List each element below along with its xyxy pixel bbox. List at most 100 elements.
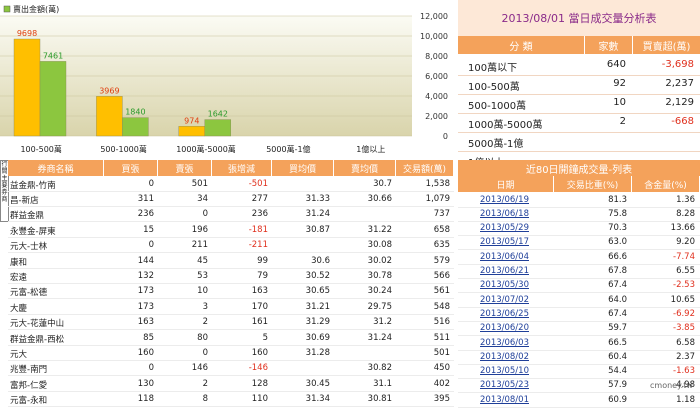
broker-cell: 173 [137,286,154,297]
recent-date-link[interactable]: 2013/08/01 [480,395,529,405]
broker-table: 券商名稱 買張 賣張 張增減 買均價 賣均價 交易額(萬) 益金鼎-竹南 0 501 -501 30… [8,160,454,408]
recent-date-link[interactable]: 2013/05/29 [480,223,529,233]
broker-cell: 30.82 [367,363,392,374]
recent-date-link[interactable]: 2013/06/19 [480,195,529,205]
bar-buy [96,96,123,137]
recent-date-link[interactable]: 2013/05/10 [480,366,529,376]
legend-label: 賣出金額(萬) [13,4,59,14]
category-label: 100-500萬 [20,144,61,154]
broker-cell: 30.24 [367,286,392,297]
y-tick-label: 8,000 [425,52,448,61]
bar-value-label: 1642 [208,110,228,119]
broker-cell: 元富-永和 [10,396,48,407]
broker-cell: 402 [433,378,450,389]
broker-col-header[interactable]: 賣張 [158,160,211,176]
broker-cell: 0 [148,178,154,189]
broker-cell: 31.29 [305,317,330,328]
broker-row[interactable]: 元大 160 0 160 31.28 501 [8,346,454,361]
broker-row[interactable]: 大慶 173 3 170 31.21 29.75 548 [8,300,454,315]
broker-cell: 31.2 [373,317,392,328]
broker-cell: 兆豐-南門 [10,365,48,376]
broker-col-header[interactable]: 賣均價 [334,160,395,176]
broker-row[interactable]: 元富-松德 173 10 163 30.65 30.24 561 [8,285,454,300]
recent-row: 2013/07/02 64.0 10.65 [458,293,700,308]
recent-row: 2013/06/18 75.8 8.28 [458,207,700,222]
recent-col-header[interactable]: 交易比重(%) [554,176,631,192]
panel-title: 2013/08/01 當日成交量分析表 [458,0,700,36]
broker-cell: 566 [433,270,450,281]
broker-cell: 元大-士林 [10,242,48,253]
broker-cell: 31.24 [305,209,330,220]
recent-date-link[interactable]: 2013/06/18 [480,209,529,219]
broker-row[interactable]: 元富-永和 118 8 110 31.34 30.81 395 [8,393,454,408]
broker-row[interactable]: 永豐金-屏東 15 196 -181 30.87 31.22 658 [8,223,454,238]
recent-date-link[interactable]: 2013/06/03 [480,338,529,348]
broker-col-header[interactable]: 交易額(萬) [396,160,453,176]
broker-row[interactable]: 群益金鼎-西松 85 80 5 30.69 31.24 511 [8,331,454,346]
header-category: 分 類 [458,36,584,54]
recent-date-link[interactable]: 2013/06/20 [480,323,529,333]
broker-row[interactable]: 富邦-仁愛 130 2 128 30.45 31.1 402 [8,377,454,392]
legend-swatch [3,5,11,13]
recent-row: 2013/08/01 60.9 1.18 [458,393,700,408]
broker-row[interactable]: 昌-新店 311 34 277 31.33 30.66 1,079 [8,192,454,207]
recent-date-link[interactable]: 2013/06/21 [480,266,529,276]
bar-buy [178,126,206,137]
broker-cell: 31.21 [305,301,330,312]
broker-row[interactable]: 元大-士林 0 211 -211 30.08 635 [8,239,454,254]
stat-count: 2 [619,116,626,127]
broker-cell: 30.66 [367,193,392,204]
recent-col-header[interactable]: 含金量(%) [632,176,699,192]
recent-date-link[interactable]: 2013/05/30 [480,280,529,290]
bar-sell [39,61,67,137]
broker-cell: 45 [197,255,208,266]
broker-cell: 173 [137,301,154,312]
broker-cell: 163 [251,286,268,297]
broker-row[interactable]: 元大-花蓮中山 163 2 161 31.29 31.2 516 [8,316,454,331]
broker-cell: 30.6 [311,255,330,266]
recent-date-link[interactable]: 2013/08/02 [480,352,529,362]
broker-col-header[interactable]: 買張 [104,160,157,176]
broker-cell: 85 [143,332,154,343]
broker-row[interactable]: 群益金鼎 236 0 236 31.24 737 [8,208,454,223]
bar-chart-svg: 12,000 10,000 8,000 6,000 4,000 2,000 0 賣出金額(萬)… [0,4,448,154]
stat-net: -3,698 [661,59,694,70]
broker-col-header[interactable]: 張增減 [212,160,271,176]
recent-ratio: 70.3 [608,223,627,234]
stat-count: 10 [613,97,626,108]
broker-cell: 31.1 [373,378,392,389]
recent-list-title: 近80日開鐘成交量-列表 [458,160,700,176]
stat-row: 1000萬-5000萬 2 -668 [458,113,700,133]
recent-row: 2013/05/30 67.4 -2.53 [458,279,700,294]
broker-col-header[interactable]: 券商名稱 [8,160,103,176]
broker-cell: 196 [191,224,208,235]
broker-cell: 3 [202,301,208,312]
recent-date-link[interactable]: 2013/05/17 [480,237,529,247]
broker-row[interactable]: 兆豐-南門 0 146 -146 30.82 450 [8,362,454,377]
broker-cell: 34 [197,193,208,204]
broker-cell: 236 [251,209,268,220]
stat-category: 100-500萬 [468,82,520,93]
broker-cell: 30.08 [367,240,392,251]
recent-date-link[interactable]: 2013/06/25 [480,309,529,319]
broker-cell: 737 [433,209,450,220]
broker-row[interactable]: 宏遠 132 53 79 30.52 30.78 566 [8,269,454,284]
recent-date-link[interactable]: 2013/07/02 [480,295,529,305]
broker-cell: 1,538 [425,178,450,189]
stat-row: 5000萬-1億 [458,132,700,152]
recent-date-link[interactable]: 2013/06/04 [480,252,529,262]
bar-buy [13,38,41,137]
stat-row: 500-1000萬 10 2,129 [458,94,700,114]
recent-row: 2013/06/04 66.6 -7.74 [458,250,700,265]
recent-row: 2013/06/20 59.7 -3.85 [458,322,700,337]
broker-col-header[interactable]: 買均價 [272,160,333,176]
stat-category: 1000萬-5000萬 [468,120,543,131]
recent-ratio: 66.5 [608,337,627,348]
broker-row[interactable]: 益金鼎-竹南 0 501 -501 30.7 1,538 [8,177,454,192]
broker-row[interactable]: 康和 144 45 99 30.6 30.02 579 [8,254,454,269]
broker-cell: 元大 [10,349,28,360]
recent-date-link[interactable]: 2013/05/23 [480,380,529,390]
y-tick-label: 0 [443,132,448,141]
recent-col-header[interactable]: 日期 [458,176,553,192]
recent-gold: -2.53 [673,280,695,291]
